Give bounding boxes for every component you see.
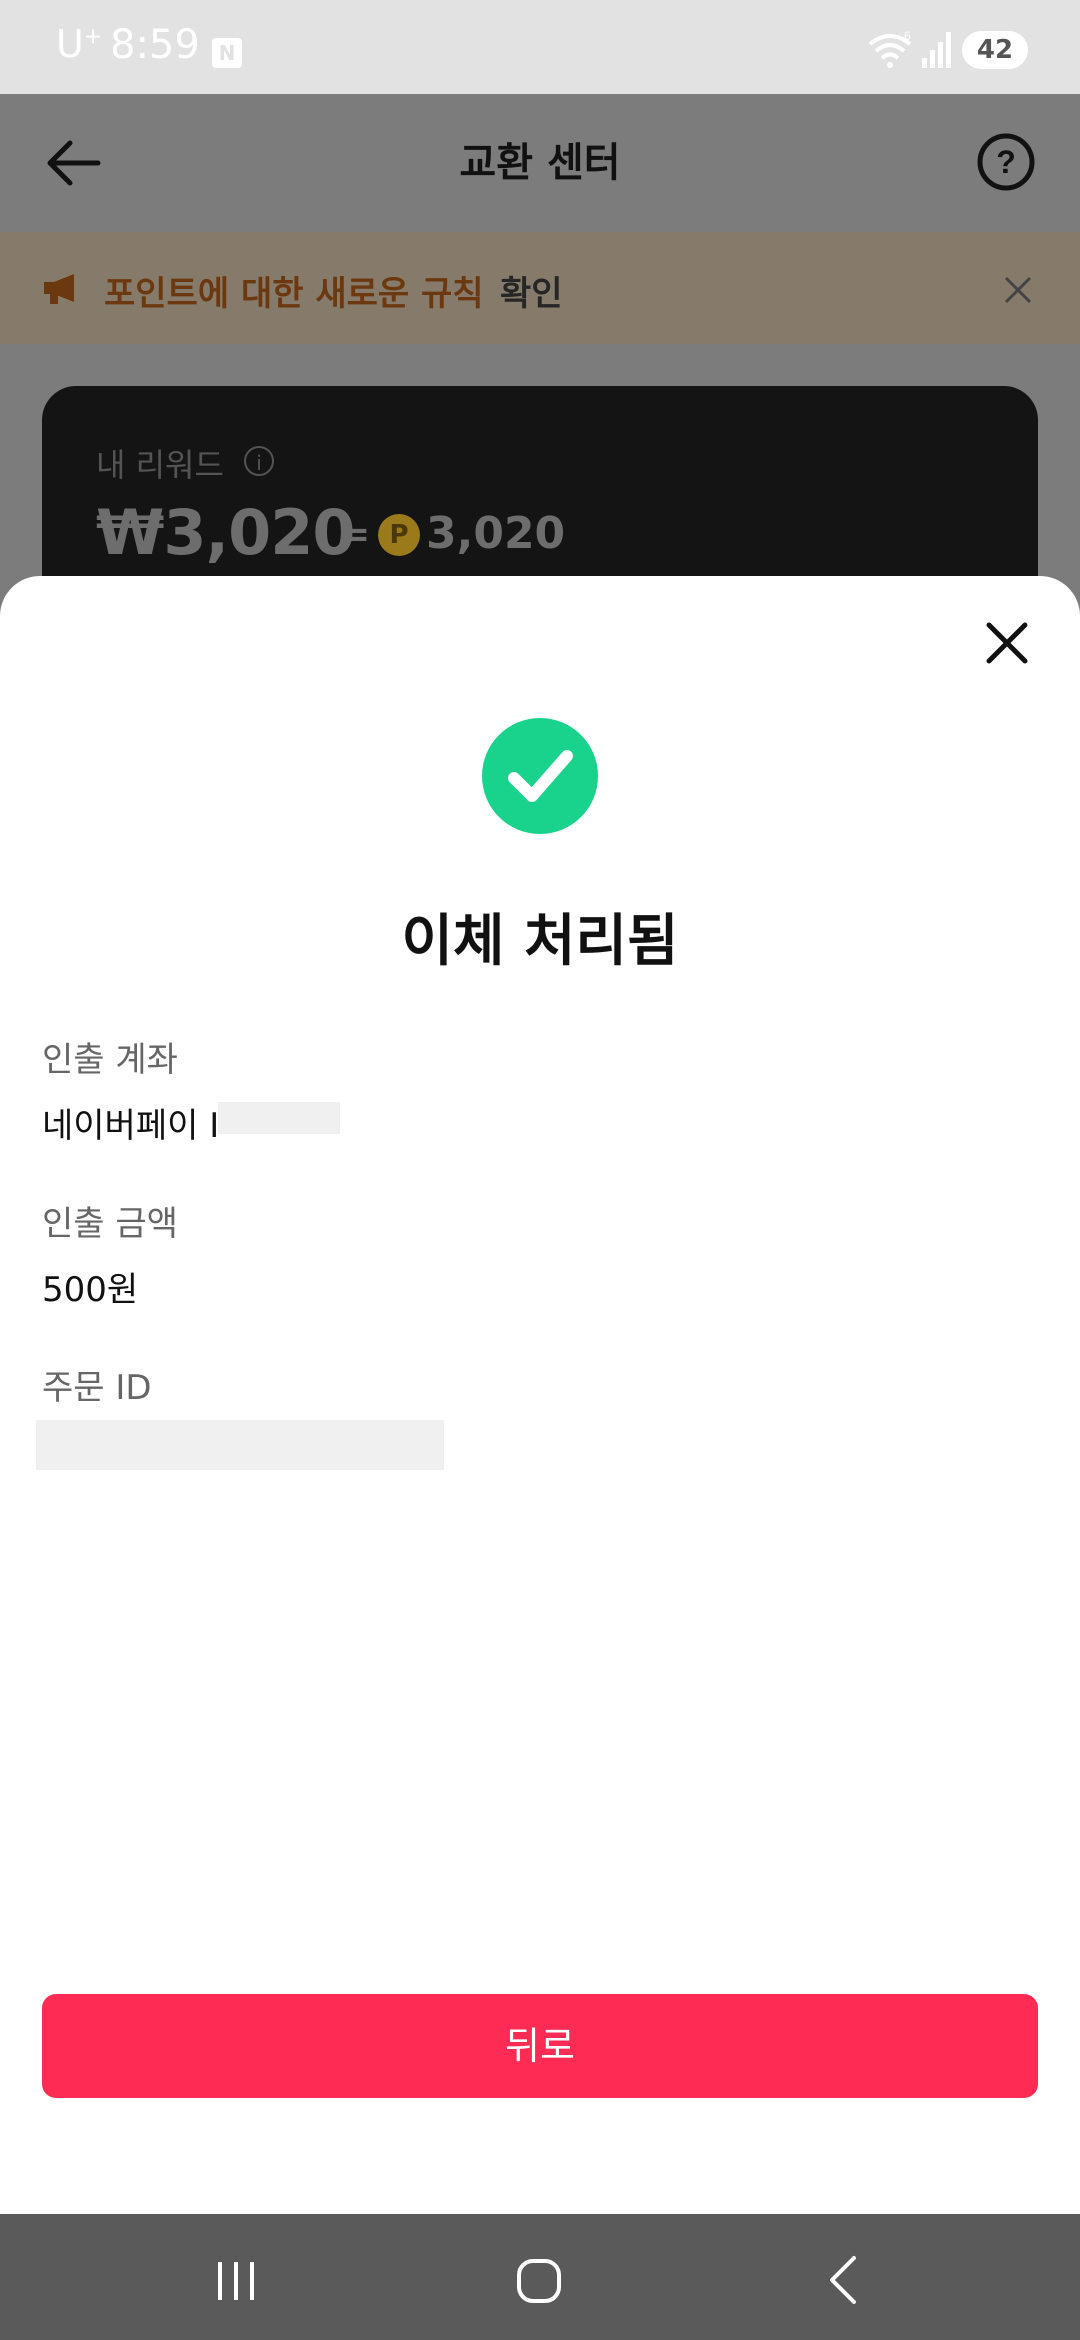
- equals-sign: =: [340, 514, 371, 555]
- withdraw-amount-value: 500원: [42, 1270, 139, 1310]
- withdraw-account-label: 인출 계좌: [42, 1040, 178, 1080]
- naver-notification-icon: N: [212, 38, 242, 68]
- megaphone-icon: [44, 274, 74, 304]
- point-coin-icon: P: [378, 514, 420, 556]
- check-circle-icon: [482, 718, 598, 834]
- question-circle-icon[interactable]: ?: [976, 132, 1036, 192]
- redacted-account-number: [218, 1102, 340, 1134]
- reward-amount: ₩3,020: [96, 496, 355, 569]
- svg-text:?: ?: [996, 144, 1016, 180]
- reward-label: 내 리워드: [96, 446, 224, 484]
- wifi-icon: 6: [868, 30, 912, 68]
- close-icon[interactable]: [984, 620, 1030, 666]
- order-id-label: 주문 ID: [42, 1368, 152, 1408]
- home-icon[interactable]: [514, 2256, 564, 2306]
- redacted-order-id: [36, 1420, 444, 1470]
- sheet-title: 이체 처리됨: [401, 909, 679, 974]
- notice-text: 포인트에 대한 새로운 규칙: [104, 274, 484, 314]
- page-title: 교환 센터: [459, 140, 621, 186]
- status-clock: 8:59: [110, 22, 200, 68]
- info-icon[interactable]: i: [244, 446, 274, 476]
- reward-points: 3,020: [426, 508, 566, 559]
- notice-confirm-link[interactable]: 확인: [500, 266, 563, 315]
- signal-icon: [922, 32, 951, 68]
- withdraw-account-value: 네이버페이 I: [42, 1106, 220, 1146]
- back-button[interactable]: 뒤로: [42, 1994, 1038, 2098]
- recent-apps-icon[interactable]: [212, 2256, 262, 2306]
- close-icon[interactable]: [1002, 274, 1034, 306]
- wifi-label: 6: [904, 30, 911, 43]
- battery-indicator: 42: [962, 31, 1028, 69]
- nav-back-icon[interactable]: [822, 2254, 868, 2306]
- withdraw-amount-label: 인출 금액: [42, 1204, 178, 1244]
- carrier-label: U+: [56, 22, 103, 66]
